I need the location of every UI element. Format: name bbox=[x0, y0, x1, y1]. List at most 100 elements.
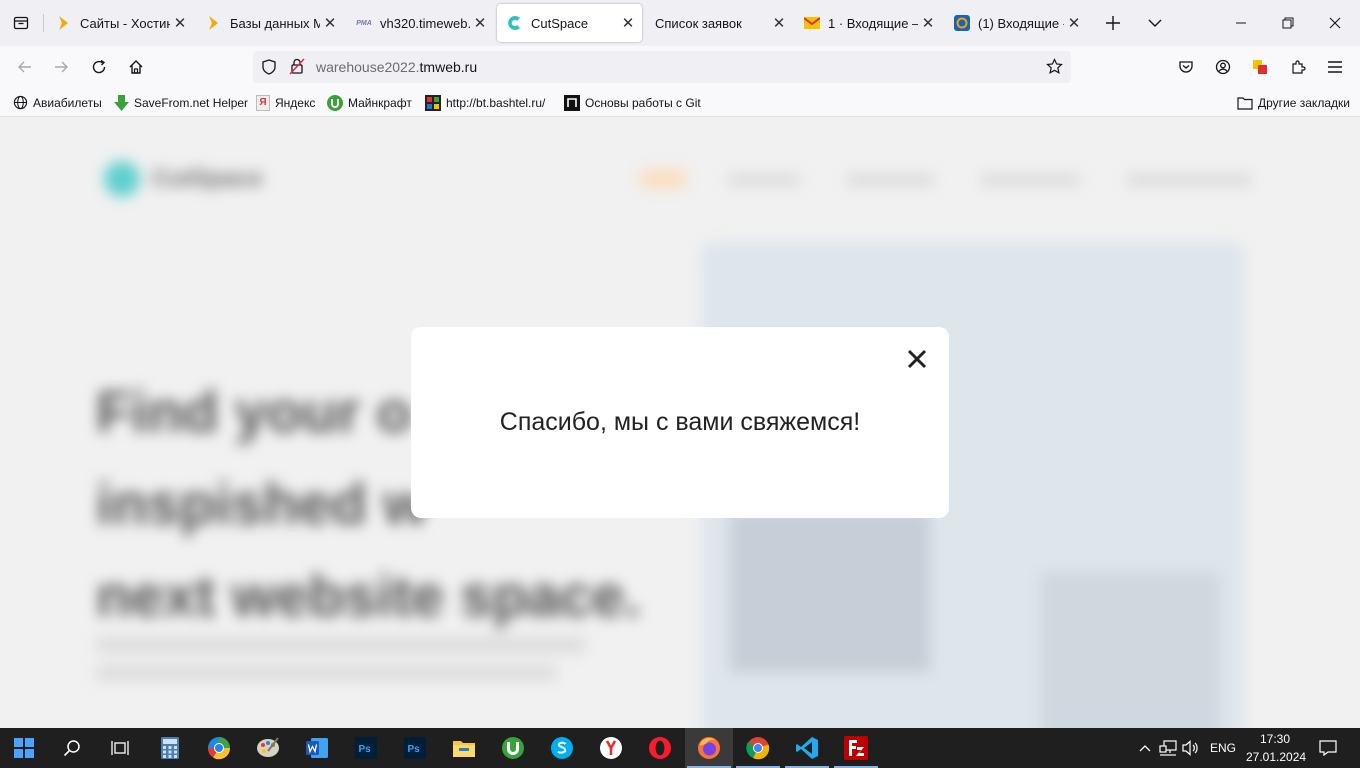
tab-databases[interactable]: Базы данных My ✕ bbox=[196, 4, 344, 42]
clock-time[interactable]: 17:30 bbox=[1260, 732, 1290, 746]
tab-title: vh320.timeweb.ru bbox=[380, 15, 470, 31]
clock-date[interactable]: 27.01.2024 bbox=[1246, 750, 1306, 764]
tab-separator bbox=[43, 14, 44, 32]
bookmark-savefrom[interactable]: SaveFrom.net Helper bbox=[113, 94, 248, 111]
svg-text:Ps: Ps bbox=[359, 744, 372, 755]
input-language-indicator[interactable]: ENG bbox=[1210, 741, 1236, 755]
speaker-icon bbox=[1182, 740, 1198, 756]
tab-phpmyadmin[interactable]: PMA vh320.timeweb.ru ✕ bbox=[346, 4, 494, 42]
pocket-button[interactable] bbox=[1171, 52, 1201, 82]
taskbar-calculator[interactable] bbox=[146, 728, 194, 768]
firefox-view-button[interactable] bbox=[6, 9, 36, 37]
tab-inbox-1[interactable]: 1 · Входящие — ✕ bbox=[794, 4, 942, 42]
vscode-icon bbox=[796, 737, 818, 759]
restore-icon bbox=[1282, 17, 1294, 29]
insecure-lock-icon[interactable] bbox=[289, 58, 305, 80]
bookmark-star-icon[interactable] bbox=[1046, 58, 1063, 80]
account-button[interactable] bbox=[1208, 52, 1238, 82]
bookmark-label: Основы работы с Git bbox=[585, 95, 701, 110]
calculator-icon bbox=[161, 737, 179, 759]
timeweb-chevron-icon bbox=[56, 15, 72, 31]
back-button[interactable] bbox=[10, 52, 40, 82]
tab-cutspace[interactable]: CutSpace ✕ bbox=[497, 4, 642, 42]
home-button[interactable] bbox=[121, 52, 151, 82]
taskbar-opera[interactable] bbox=[636, 728, 684, 768]
task-view-button[interactable] bbox=[96, 728, 144, 768]
close-tab-icon[interactable]: ✕ bbox=[320, 13, 340, 33]
chevron-up-icon bbox=[1139, 745, 1151, 752]
firefox-view-icon bbox=[13, 16, 29, 30]
network-button[interactable] bbox=[1157, 728, 1179, 768]
search-button[interactable] bbox=[48, 728, 96, 768]
extension-button[interactable] bbox=[1245, 52, 1275, 82]
bookmark-label: Другие закладки bbox=[1258, 95, 1350, 110]
taskbar-filezilla[interactable] bbox=[832, 728, 880, 768]
close-tab-icon[interactable]: ✕ bbox=[769, 13, 789, 33]
app-menu-button[interactable] bbox=[1320, 52, 1350, 82]
bookmarks-toolbar: Авиабилеты SaveFrom.net Helper Я Яндекс … bbox=[0, 88, 1360, 117]
network-icon bbox=[1159, 740, 1177, 756]
account-icon bbox=[1215, 59, 1231, 75]
url-text[interactable]: warehouse2022.tmweb.ru bbox=[316, 59, 477, 75]
address-bar[interactable]: warehouse2022.tmweb.ru bbox=[253, 51, 1071, 83]
minimize-button[interactable] bbox=[1218, 8, 1264, 38]
bookmark-minecraft[interactable]: Майнкрафт bbox=[327, 94, 412, 111]
hamburger-menu-icon bbox=[1328, 61, 1342, 73]
taskbar-word[interactable] bbox=[293, 728, 341, 768]
filezilla-icon bbox=[844, 736, 868, 760]
taskbar-utorrent[interactable] bbox=[489, 728, 537, 768]
utorrent-icon bbox=[502, 737, 524, 759]
tab-title: (1) Входящие - П bbox=[978, 15, 1064, 31]
tab-sites-hosting[interactable]: Сайты - Хостинг ✕ bbox=[46, 4, 194, 42]
tracking-protection-icon[interactable] bbox=[261, 59, 277, 80]
close-tab-icon[interactable]: ✕ bbox=[470, 13, 490, 33]
windows-logo-icon bbox=[14, 738, 34, 758]
start-button[interactable] bbox=[0, 728, 48, 768]
url-host-prefix: warehouse2022. bbox=[316, 59, 420, 75]
volume-button[interactable] bbox=[1180, 728, 1202, 768]
taskbar-firefox[interactable] bbox=[685, 728, 733, 768]
home-icon bbox=[129, 60, 143, 74]
tab-requests-list[interactable]: Список заявок ✕ bbox=[645, 4, 793, 42]
taskbar-chrome[interactable] bbox=[734, 728, 782, 768]
list-all-tabs-button[interactable] bbox=[1140, 8, 1170, 38]
page-viewport: CutSpace Find your o inspished w next we… bbox=[0, 117, 1360, 728]
taskbar-yandex-browser[interactable] bbox=[587, 728, 635, 768]
taskbar-paint[interactable] bbox=[244, 728, 292, 768]
extension-colored-squares-icon bbox=[1253, 60, 1267, 74]
taskbar-file-explorer[interactable] bbox=[440, 728, 488, 768]
arrow-right-icon bbox=[55, 61, 68, 73]
paint-palette-icon bbox=[257, 737, 279, 757]
notification-center-button[interactable] bbox=[1310, 728, 1346, 768]
close-tab-icon[interactable]: ✕ bbox=[170, 13, 190, 33]
taskbar-photoshop[interactable]: Ps bbox=[342, 728, 390, 768]
tab-bar: Сайты - Хостинг ✕ Базы данных My ✕ PMA v… bbox=[0, 0, 1360, 46]
edge-browser-icon bbox=[207, 737, 231, 760]
chrome-icon bbox=[746, 737, 770, 760]
close-tab-icon[interactable]: ✕ bbox=[618, 13, 638, 33]
forward-button[interactable] bbox=[46, 52, 76, 82]
close-tab-icon[interactable]: ✕ bbox=[918, 13, 938, 33]
taskbar-edge[interactable] bbox=[195, 728, 243, 768]
reload-button[interactable] bbox=[84, 52, 114, 82]
bookmark-yandex[interactable]: Я Яндекс bbox=[256, 94, 315, 111]
modal-close-button[interactable] bbox=[905, 347, 929, 371]
bookmark-git-basics[interactable]: Основы работы с Git bbox=[564, 94, 701, 111]
bookmark-label: SaveFrom.net Helper bbox=[134, 95, 249, 110]
taskbar-vscode[interactable] bbox=[783, 728, 831, 768]
close-window-button[interactable] bbox=[1312, 8, 1358, 38]
close-tab-icon[interactable]: ✕ bbox=[1064, 13, 1084, 33]
utorrent-icon bbox=[327, 94, 343, 111]
yandex-browser-icon bbox=[600, 737, 622, 759]
taskbar-skype[interactable] bbox=[538, 728, 586, 768]
bookmark-avia[interactable]: Авиабилеты bbox=[12, 94, 102, 111]
tab-inbox-mailru[interactable]: (1) Входящие - П ✕ bbox=[944, 4, 1088, 42]
bookmark-bashtel[interactable]: http://bt.bashtel.ru/ bbox=[425, 94, 545, 111]
skype-icon bbox=[551, 737, 573, 759]
show-hidden-icons-button[interactable] bbox=[1134, 728, 1156, 768]
new-tab-button[interactable] bbox=[1098, 8, 1128, 38]
restore-button[interactable] bbox=[1265, 8, 1311, 38]
taskbar-photoshop-2[interactable]: Ps bbox=[391, 728, 439, 768]
other-bookmarks-folder[interactable]: Другие закладки bbox=[1237, 94, 1350, 111]
extensions-button[interactable] bbox=[1283, 52, 1313, 82]
